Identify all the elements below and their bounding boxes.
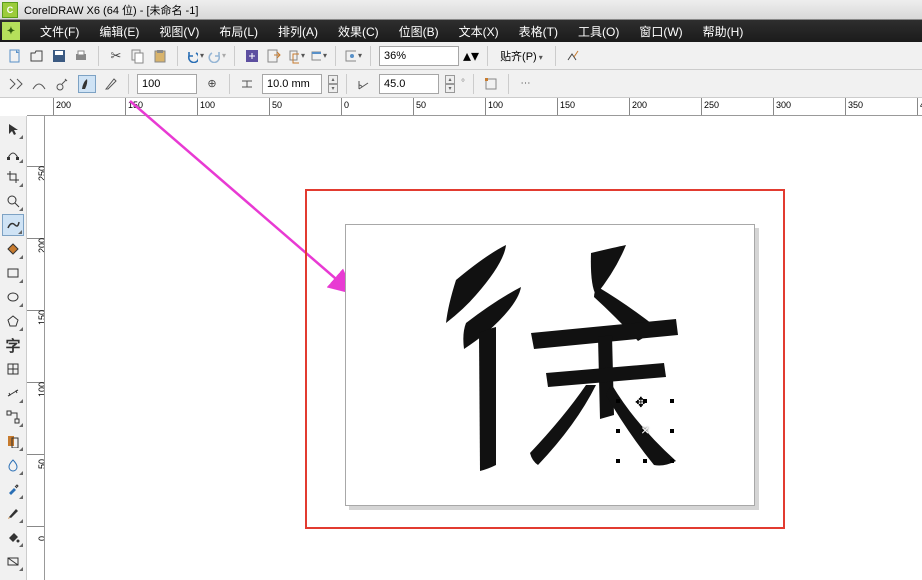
menu-bitmaps[interactable]: 位图(B) bbox=[389, 23, 449, 40]
copy-icon[interactable] bbox=[129, 47, 147, 65]
menu-view[interactable]: 视图(V) bbox=[149, 23, 209, 40]
vertical-ruler: 250 200 150 100 50 0 bbox=[27, 116, 45, 580]
freehand-tool-icon[interactable] bbox=[2, 214, 24, 236]
property-bar: ⊕ ▴▾ ▴▾ ° ⋯ bbox=[0, 70, 922, 98]
sprayer-mode-icon[interactable] bbox=[54, 75, 72, 93]
interactive-fill-tool-icon[interactable] bbox=[2, 550, 24, 572]
outline-tool-icon[interactable] bbox=[2, 502, 24, 524]
pressure-mode-icon[interactable] bbox=[102, 75, 120, 93]
crop-tool-icon[interactable] bbox=[2, 166, 24, 188]
quick-customize-icon[interactable]: ⋯ bbox=[517, 75, 535, 93]
preset-mode-icon[interactable] bbox=[6, 75, 24, 93]
interactive-tool-icon[interactable] bbox=[2, 430, 24, 452]
artwork-calligraphy bbox=[346, 225, 756, 507]
smart-fill-tool-icon[interactable] bbox=[2, 238, 24, 260]
import-icon[interactable] bbox=[243, 47, 261, 65]
calligraphic-angle-input[interactable] bbox=[379, 74, 439, 94]
document-page bbox=[345, 224, 755, 506]
bounding-box-icon[interactable] bbox=[482, 75, 500, 93]
app-menu-icon[interactable]: ✦ bbox=[2, 22, 20, 40]
width-down[interactable]: ▾ bbox=[328, 84, 338, 93]
app-logo: C bbox=[2, 2, 18, 18]
horizontal-ruler: 200 150 100 50 0 50 100 150 200 250 300 … bbox=[27, 98, 922, 116]
menu-window[interactable]: 窗口(W) bbox=[629, 23, 692, 40]
ellipse-tool-icon[interactable] bbox=[2, 286, 24, 308]
standard-toolbar: ✂ ▴▾ 贴齐(P) bbox=[0, 42, 922, 70]
menu-help[interactable]: 帮助(H) bbox=[693, 23, 754, 40]
dimension-tool-icon[interactable] bbox=[2, 382, 24, 404]
pick-tool-icon[interactable] bbox=[2, 118, 24, 140]
angle-down[interactable]: ▾ bbox=[445, 84, 455, 93]
drawing-canvas[interactable]: ✥ × bbox=[45, 116, 922, 580]
brush-mode-icon[interactable] bbox=[30, 75, 48, 93]
publish-icon[interactable] bbox=[287, 47, 305, 65]
menu-table[interactable]: 表格(T) bbox=[509, 23, 568, 40]
paste-icon[interactable] bbox=[151, 47, 169, 65]
calligraphic-mode-icon[interactable] bbox=[78, 75, 96, 93]
table-tool-icon[interactable] bbox=[2, 358, 24, 380]
connector-tool-icon[interactable] bbox=[2, 406, 24, 428]
menu-tools[interactable]: 工具(O) bbox=[568, 23, 629, 40]
cut-icon[interactable]: ✂ bbox=[107, 47, 125, 65]
window-title: CorelDRAW X6 (64 位) - [未命名 -1] bbox=[24, 2, 198, 18]
width-icon bbox=[238, 75, 256, 93]
rectangle-tool-icon[interactable] bbox=[2, 262, 24, 284]
smoothing-slider-icon[interactable]: ⊕ bbox=[203, 75, 221, 93]
move-cursor-icon: ✥ bbox=[635, 394, 647, 411]
options-icon[interactable] bbox=[564, 47, 582, 65]
menu-text[interactable]: 文本(X) bbox=[449, 23, 509, 40]
welcome-icon[interactable] bbox=[344, 47, 362, 65]
center-marker-icon: × bbox=[641, 422, 649, 438]
toolbox: 字 bbox=[0, 116, 27, 580]
width-up[interactable]: ▴ bbox=[328, 75, 338, 84]
launch-icon[interactable] bbox=[309, 47, 327, 65]
menu-arrange[interactable]: 排列(A) bbox=[268, 23, 328, 40]
menu-effects[interactable]: 效果(C) bbox=[328, 23, 389, 40]
menu-bar: ✦ 文件(F) 编辑(E) 视图(V) 布局(L) 排列(A) 效果(C) 位图… bbox=[0, 20, 922, 42]
new-icon[interactable] bbox=[6, 47, 24, 65]
export-icon[interactable] bbox=[265, 47, 283, 65]
open-icon[interactable] bbox=[28, 47, 46, 65]
print-icon[interactable] bbox=[72, 47, 90, 65]
menu-edit[interactable]: 编辑(E) bbox=[89, 23, 149, 40]
angle-icon bbox=[355, 75, 373, 93]
undo-icon[interactable] bbox=[186, 47, 204, 65]
snap-to-button[interactable]: 贴齐(P) bbox=[496, 48, 547, 64]
polygon-tool-icon[interactable] bbox=[2, 310, 24, 332]
menu-layout[interactable]: 布局(L) bbox=[209, 23, 268, 40]
fill-tool-icon[interactable] bbox=[2, 526, 24, 548]
angle-up[interactable]: ▴ bbox=[445, 75, 455, 84]
text-tool-icon[interactable]: 字 bbox=[2, 334, 24, 356]
transparency-tool-icon[interactable] bbox=[2, 454, 24, 476]
menu-file[interactable]: 文件(F) bbox=[30, 23, 89, 40]
freehand-smoothing-input[interactable] bbox=[137, 74, 197, 94]
save-icon[interactable] bbox=[50, 47, 68, 65]
redo-icon[interactable] bbox=[208, 47, 226, 65]
shape-tool-icon[interactable] bbox=[2, 142, 24, 164]
eyedropper-tool-icon[interactable] bbox=[2, 478, 24, 500]
stroke-width-input[interactable] bbox=[262, 74, 322, 94]
zoom-level-input[interactable] bbox=[379, 46, 459, 66]
zoom-tool-icon[interactable] bbox=[2, 190, 24, 212]
